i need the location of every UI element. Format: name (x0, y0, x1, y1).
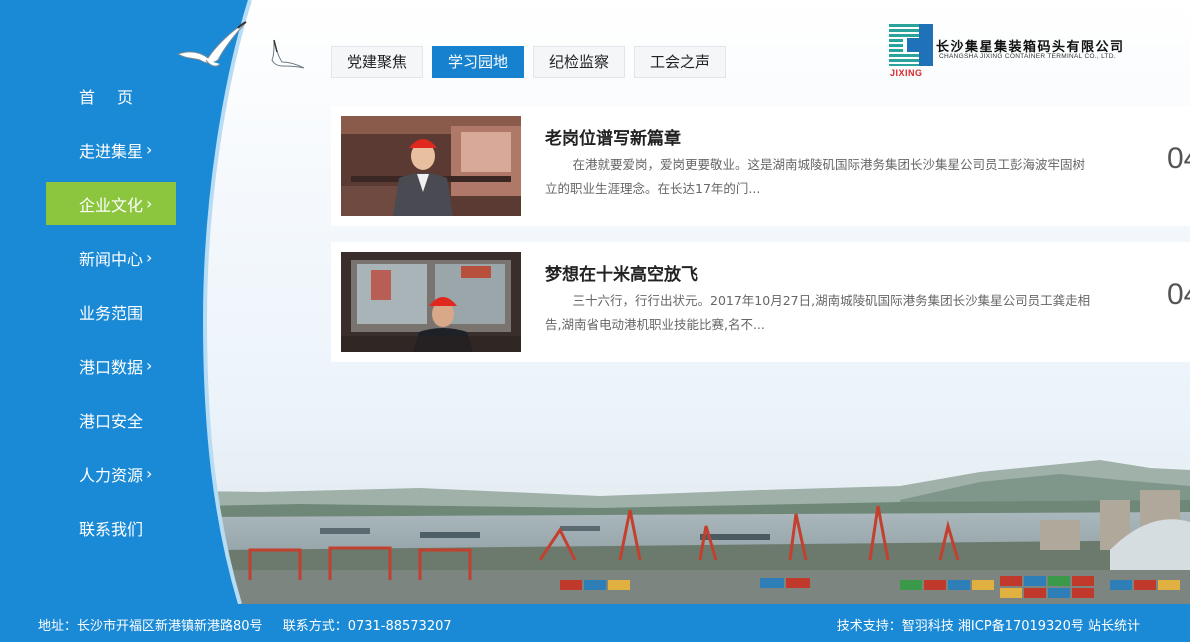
tab-discipline-inspection[interactable]: 纪检监察 (533, 46, 626, 78)
nav-item-port-data[interactable]: 港口数据 › (46, 344, 176, 387)
logo-company-name-en: CHANGSHA JIXING CONTAINER TERMINAL CO., … (939, 53, 1116, 60)
article-date: 04 (1167, 142, 1190, 175)
article-summary: 三十六行，行行出状元。2017年10月27日,湖南城陵矶国际港务集团长沙集星公司… (545, 293, 1091, 332)
nav-item-port-safety[interactable]: 港口安全 (46, 398, 176, 441)
nav-item-label: 人力资源 (79, 465, 144, 485)
nav-item-culture[interactable]: 企业文化 › (46, 182, 176, 225)
article-title[interactable]: 老岗位谱写新篇章 (545, 124, 681, 149)
nav-item-label: 新闻中心 (79, 249, 144, 269)
nav-item-label: 港口数据 (79, 357, 144, 377)
tab-union-voice[interactable]: 工会之声 (634, 46, 727, 78)
nav-item-hr[interactable]: 人力资源 › (46, 452, 176, 495)
chevron-right-icon: › (146, 463, 153, 483)
tab-study-garden[interactable]: 学习园地 (432, 46, 525, 78)
article-item[interactable]: 梦想在十米高空放飞 三十六行，行行出状元。2017年10月27日,湖南城陵矶国际… (331, 242, 1190, 362)
chevron-right-icon: › (146, 139, 153, 159)
nav-item-label: 港口安全 (79, 411, 144, 431)
company-logo[interactable]: JIXING 长沙集星集装箱码头有限公司 CHANGSHA JIXING CON… (889, 22, 1139, 80)
nav-item-label: 业务范围 (79, 303, 144, 323)
article-thumbnail[interactable] (341, 116, 521, 216)
footer-info: 地址：长沙市开福区新港镇新港路80号 联系方式：0731-88573207 (38, 615, 468, 634)
nav-item-business[interactable]: 业务范围 (46, 290, 176, 333)
article-title[interactable]: 梦想在十米高空放飞 (545, 260, 698, 285)
nav-item-contact[interactable]: 联系我们 (46, 506, 176, 549)
main-nav: 首页 走进集星 › 企业文化 › 新闻中心 › 业务范围 港口数据 › 港口安全 人力资… (46, 74, 176, 560)
article-date: 04 (1167, 278, 1190, 311)
site-footer: 地址：长沙市开福区新港镇新港路80号 联系方式：0731-88573207 技术… (0, 604, 1190, 642)
chevron-right-icon: › (146, 355, 153, 375)
article-thumbnail[interactable] (341, 252, 521, 352)
chevron-right-icon: › (146, 247, 153, 267)
nav-item-news[interactable]: 新闻中心 › (46, 236, 176, 279)
logo-wordmark: JIXING (890, 68, 923, 78)
nav-item-label: 首页 (79, 87, 156, 107)
category-tabs: 党建聚焦 学习园地 纪检监察 工会之声 (331, 46, 727, 78)
seagull-icon (176, 21, 247, 67)
sidebar: 首页 走进集星 › 企业文化 › 新闻中心 › 业务范围 港口数据 › 港口安全 人力资… (0, 0, 270, 604)
nav-item-about[interactable]: 走进集星 › (46, 128, 176, 171)
nav-item-home[interactable]: 首页 (46, 74, 176, 117)
article-item[interactable]: 老岗位谱写新篇章 在港就要爱岗，爱岗更要敬业。这是湖南城陵矶国际港务集团长沙集星… (331, 106, 1190, 226)
logo-mark-icon (889, 24, 933, 66)
footer-links: 技术支持：智羽科技 湘ICP备17019320号 站长统计 (823, 615, 1140, 634)
nav-item-label: 联系我们 (79, 519, 144, 539)
tab-party-building[interactable]: 党建聚焦 (331, 46, 424, 78)
footer-address: 地址：长沙市开福区新港镇新港路80号 (38, 619, 263, 634)
nav-item-label: 走进集星 (79, 141, 144, 161)
article-list: 老岗位谱写新篇章 在港就要爱岗，爱岗更要敬业。这是湖南城陵矶国际港务集团长沙集星… (331, 106, 1190, 378)
footer-icp-link[interactable]: 湘ICP备17019320号 (958, 619, 1084, 634)
seagull-icon (271, 39, 305, 69)
chevron-right-icon: › (146, 193, 153, 213)
article-summary: 在港就要爱岗，爱岗更要敬业。这是湖南城陵矶国际港务集团长沙集星公司员工彭海波牢固… (545, 157, 1086, 196)
nav-item-label: 企业文化 (79, 195, 144, 215)
footer-contact: 联系方式：0731-88573207 (282, 619, 452, 634)
footer-stats-link[interactable]: 站长统计 (1088, 619, 1140, 634)
footer-tech-support: 技术支持：智羽科技 (836, 619, 954, 634)
